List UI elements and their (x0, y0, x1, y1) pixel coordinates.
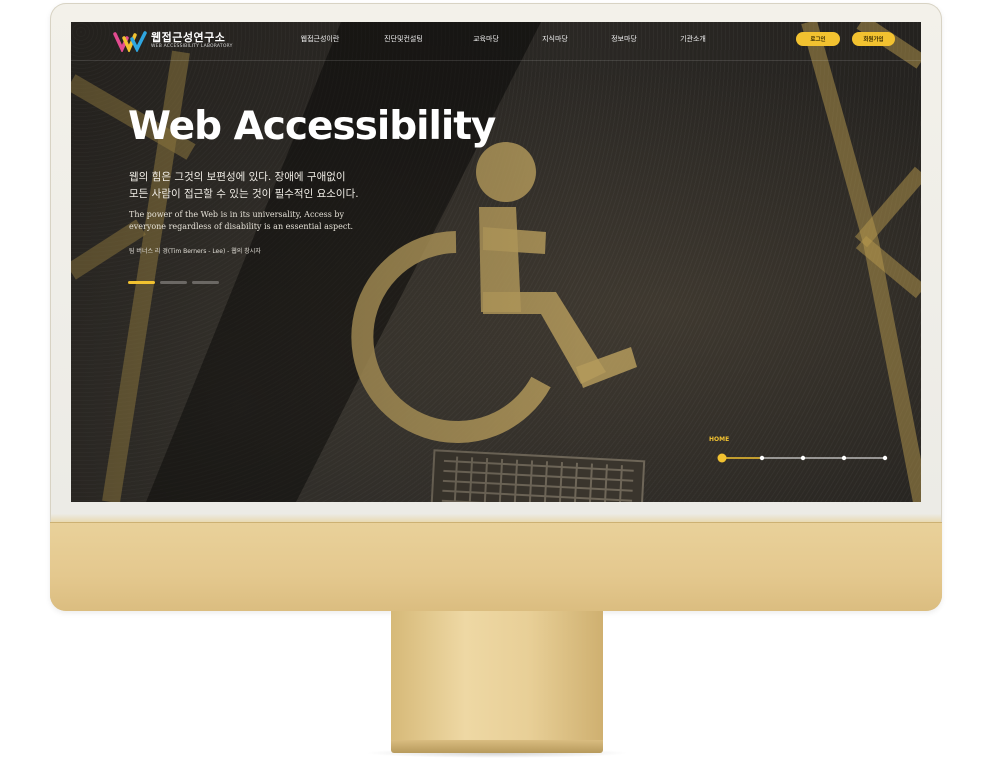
timeline-dot-2[interactable] (759, 455, 765, 461)
main-navigation: 웹접근성이란 진단및컨설팅 교육마당 지식마당 정보마당 기관소개 (293, 34, 736, 44)
nav-item-diagnosis-consulting[interactable]: 진단및컨설팅 (347, 34, 460, 44)
monitor-stand-foot (391, 740, 603, 753)
logo-icon (113, 31, 147, 52)
monitor-stand (391, 611, 603, 745)
hero-quote-english: The power of the Web is in its universal… (129, 210, 354, 231)
nav-item-information[interactable]: 정보마당 (598, 34, 650, 44)
slider-page-1[interactable] (128, 281, 155, 284)
site-header: 웹접근성연구소 WEB ACCESSIBILITY LABORATORY 웹접근… (71, 22, 921, 61)
timeline-label: HOME (709, 436, 730, 443)
hero-quote-korean-line1: 웹의 힘은 그것의 보편성에 있다. 장애에 구애없이 (129, 171, 346, 183)
hero-quote-author: 팀 버너스 리 경(Tim Berners - Lee) - 웹의 창시자 (129, 248, 261, 255)
site-logo[interactable]: 웹접근성연구소 WEB ACCESSIBILITY LABORATORY (113, 29, 233, 53)
nav-item-about[interactable]: 기관소개 (650, 34, 736, 44)
section-timeline (717, 453, 888, 463)
slider-page-3[interactable] (192, 281, 219, 284)
website-screen: 웹접근성연구소 WEB ACCESSIBILITY LABORATORY 웹접근… (71, 22, 921, 502)
hero-title: Web Accessibility (128, 104, 496, 149)
logo-subtitle: WEB ACCESSIBILITY LABORATORY (151, 44, 233, 49)
hero-quote-korean-line2: 모든 사람이 접근할 수 있는 것이 필수적인 요소이다. (129, 188, 359, 200)
monitor-chin (50, 522, 942, 611)
hero-quote-korean: 웹의 힘은 그것의 보편성에 있다. 장애에 구애없이 모든 사람이 접근할 수… (129, 169, 429, 203)
slider-page-2[interactable] (160, 281, 187, 284)
login-button[interactable]: 로그인 (796, 32, 840, 46)
hero-overlay (71, 22, 921, 502)
timeline-dot-3[interactable] (800, 455, 806, 461)
nav-item-education[interactable]: 교육마당 (460, 34, 512, 44)
timeline-dot-1[interactable] (717, 453, 727, 463)
timeline-dot-5[interactable] (882, 455, 888, 461)
signup-button[interactable]: 회원가입 (852, 32, 895, 46)
nav-item-web-accessibility[interactable]: 웹접근성이란 (293, 34, 347, 44)
logo-title: 웹접근성연구소 (151, 31, 226, 44)
timeline-dot-4[interactable] (841, 455, 847, 461)
nav-item-knowledge[interactable]: 지식마당 (512, 34, 598, 44)
hero-slider-pagination (128, 281, 224, 284)
